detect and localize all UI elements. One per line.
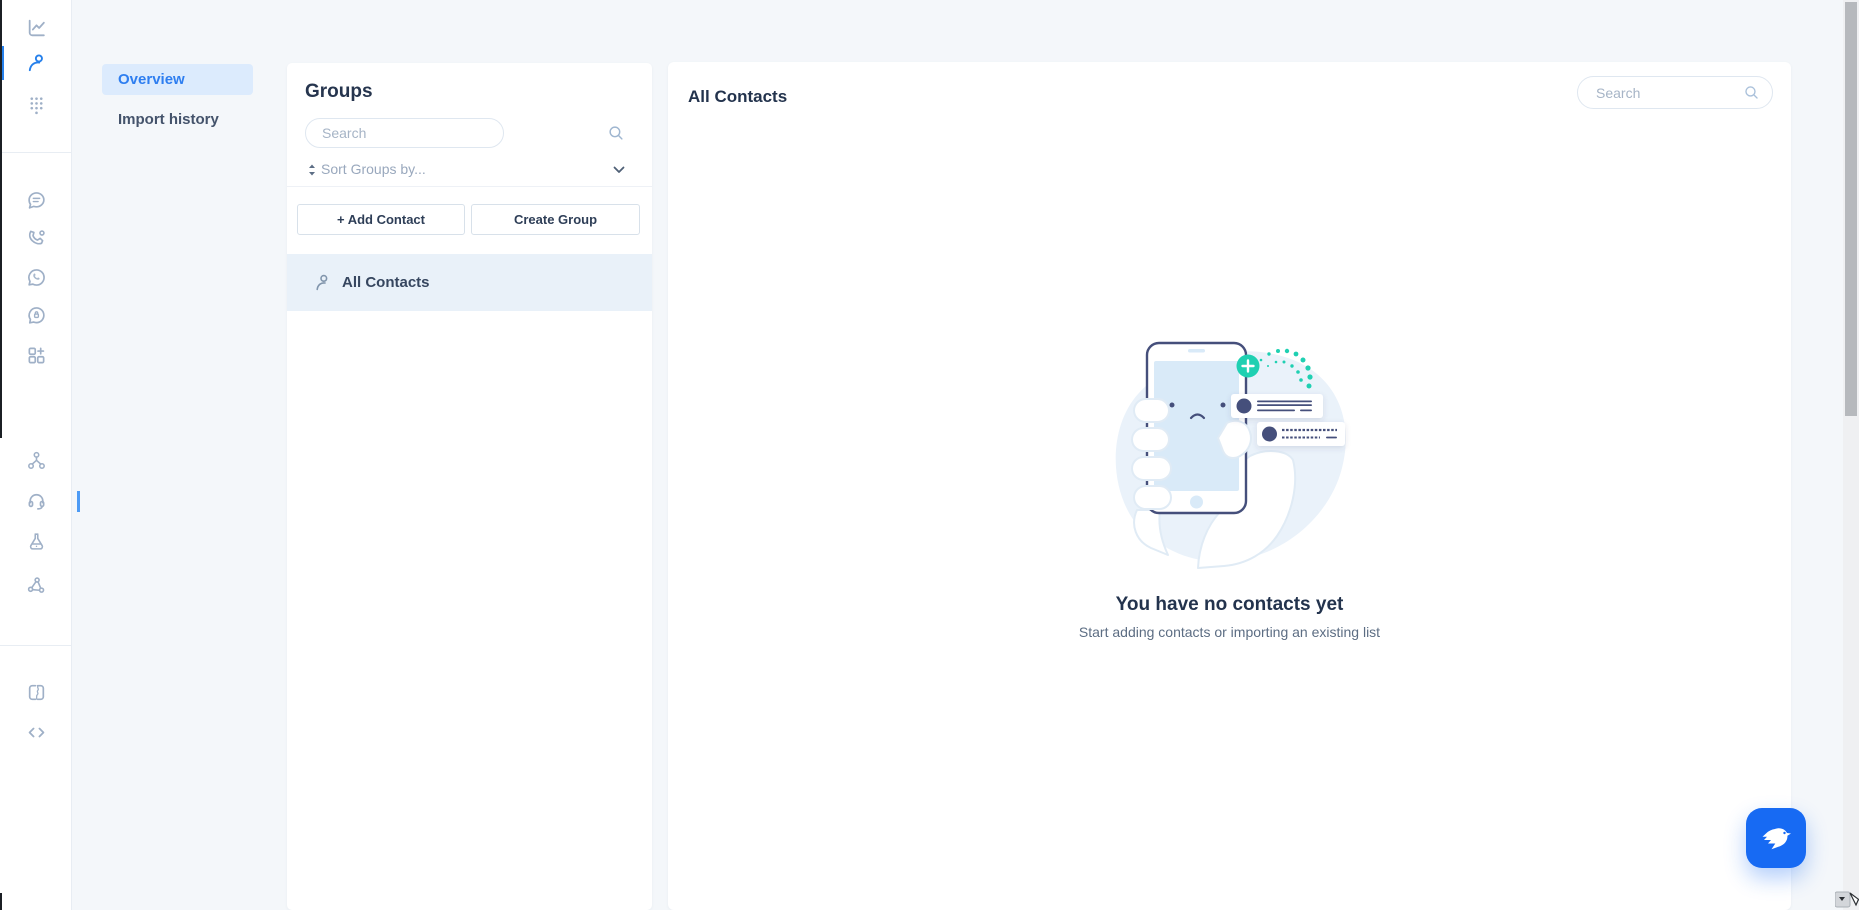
create-group-button[interactable]: Create Group (471, 204, 640, 235)
sort-groups-dropdown[interactable]: Sort Groups by... (287, 157, 652, 183)
flows-icon (26, 450, 47, 471)
group-list-item-all-contacts[interactable]: All Contacts (287, 254, 652, 311)
window-edge (0, 0, 2, 438)
all-contacts-panel: All Contacts (668, 62, 1791, 910)
add-contact-button[interactable]: + Add Contact (297, 204, 465, 235)
subnav-item-overview[interactable]: Overview (102, 64, 253, 95)
page-title: All Contacts (688, 87, 787, 107)
groups-search (305, 118, 504, 148)
subnav-overview-label: Overview (118, 71, 185, 88)
sidebar-item-whatsapp[interactable] (17, 259, 55, 295)
sidebar-item-labs[interactable] (17, 523, 55, 559)
divider (287, 186, 652, 187)
sidebar-item-analytics[interactable] (17, 10, 55, 46)
group-item-label: All Contacts (342, 274, 430, 291)
groups-panel: Groups Sort Groups by... + Add Contact C… (287, 63, 652, 910)
mouse-cursor (1835, 891, 1859, 910)
sidebar-item-sandbox[interactable] (17, 674, 55, 710)
contacts-icon (26, 53, 47, 74)
subnav-item-import-history[interactable]: Import history (102, 108, 253, 130)
chevron-down-icon (611, 162, 627, 178)
contacts-search (1577, 76, 1773, 109)
developer-code-icon (26, 722, 47, 743)
contacts-dashboard: Overview Import history Groups Sort Grou… (0, 0, 1859, 910)
sidebar-item-connections[interactable] (17, 567, 55, 603)
person-icon (313, 273, 333, 293)
analytics-icon (26, 18, 47, 39)
window-edge (0, 893, 2, 910)
subnav-import-history-label: Import history (118, 111, 219, 128)
empty-contacts-illustration (1090, 320, 1370, 580)
sidebar-item-numbers[interactable] (17, 87, 55, 123)
whatsapp-icon (26, 267, 47, 288)
sidebar-item-secure-chat[interactable] (17, 297, 55, 333)
sandbox-icon (26, 682, 47, 703)
icon-rail (0, 0, 72, 910)
voice-call-icon (26, 228, 47, 249)
integrations-icon (26, 575, 47, 596)
dialpad-icon (26, 95, 47, 116)
text-cursor-artifact (77, 491, 80, 512)
page-scrollbar[interactable] (1843, 0, 1859, 910)
bird-logo-icon (1759, 821, 1793, 855)
secure-chat-icon (26, 305, 47, 326)
sidebar-item-developers[interactable] (17, 714, 55, 750)
sort-groups-label: Sort Groups by... (321, 161, 426, 177)
support-headset-icon (26, 490, 47, 511)
groups-title: Groups (305, 81, 373, 103)
scrollbar-thumb[interactable] (1845, 2, 1857, 416)
sms-chat-icon (26, 190, 47, 211)
sidebar-item-integration-apps[interactable] (17, 337, 55, 373)
add-contact-label: + Add Contact (337, 212, 425, 227)
empty-state-title: You have no contacts yet (668, 594, 1791, 616)
sort-icon (306, 163, 318, 177)
sidebar-item-contacts[interactable] (17, 45, 55, 81)
rail-divider (0, 645, 71, 646)
messagebird-fab-button[interactable] (1746, 808, 1806, 868)
labs-flask-icon (26, 531, 47, 552)
groups-search-input[interactable] (306, 119, 535, 147)
rail-divider (0, 152, 71, 153)
sidebar-item-voice[interactable] (17, 220, 55, 256)
create-group-label: Create Group (514, 212, 597, 227)
sidebar-item-flows[interactable] (17, 442, 55, 478)
sidebar-item-support[interactable] (17, 482, 55, 518)
search-icon (1743, 84, 1760, 101)
apps-add-icon (26, 345, 47, 366)
search-icon[interactable] (607, 124, 625, 142)
empty-state-subtitle: Start adding contacts or importing an ex… (668, 624, 1791, 640)
sidebar-item-sms[interactable] (17, 182, 55, 218)
